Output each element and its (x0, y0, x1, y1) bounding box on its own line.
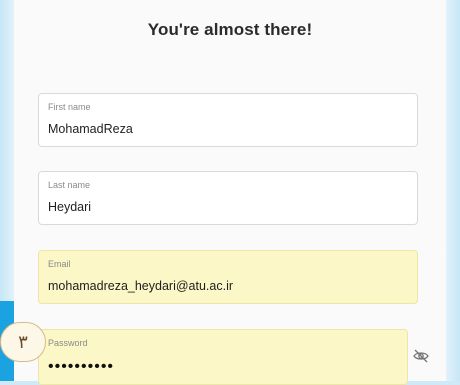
page-frame: You're almost there! First name MohamadR… (0, 0, 460, 385)
eye-slash-icon[interactable] (412, 347, 430, 365)
password-label: Password (48, 338, 88, 348)
step-number-badge: ۳ (0, 322, 46, 362)
email-field[interactable]: Email mohamadreza_heydari@atu.ac.ir (38, 250, 418, 304)
signup-card: You're almost there! First name MohamadR… (14, 0, 446, 385)
first-name-value[interactable]: MohamadReza (48, 122, 133, 136)
password-field[interactable]: Password •••••••••• (38, 329, 408, 385)
password-value[interactable]: •••••••••• (48, 359, 114, 375)
email-value[interactable]: mohamadreza_heydari@atu.ac.ir (48, 279, 233, 293)
first-name-label: First name (48, 102, 91, 112)
email-label: Email (48, 259, 71, 269)
right-border (446, 0, 460, 381)
last-name-label: Last name (48, 180, 91, 190)
page-title: You're almost there! (147, 20, 313, 39)
last-name-value[interactable]: Heydari (48, 200, 91, 214)
last-name-field[interactable]: Last name Heydari (38, 171, 418, 225)
first-name-field[interactable]: First name MohamadReza (38, 93, 418, 147)
